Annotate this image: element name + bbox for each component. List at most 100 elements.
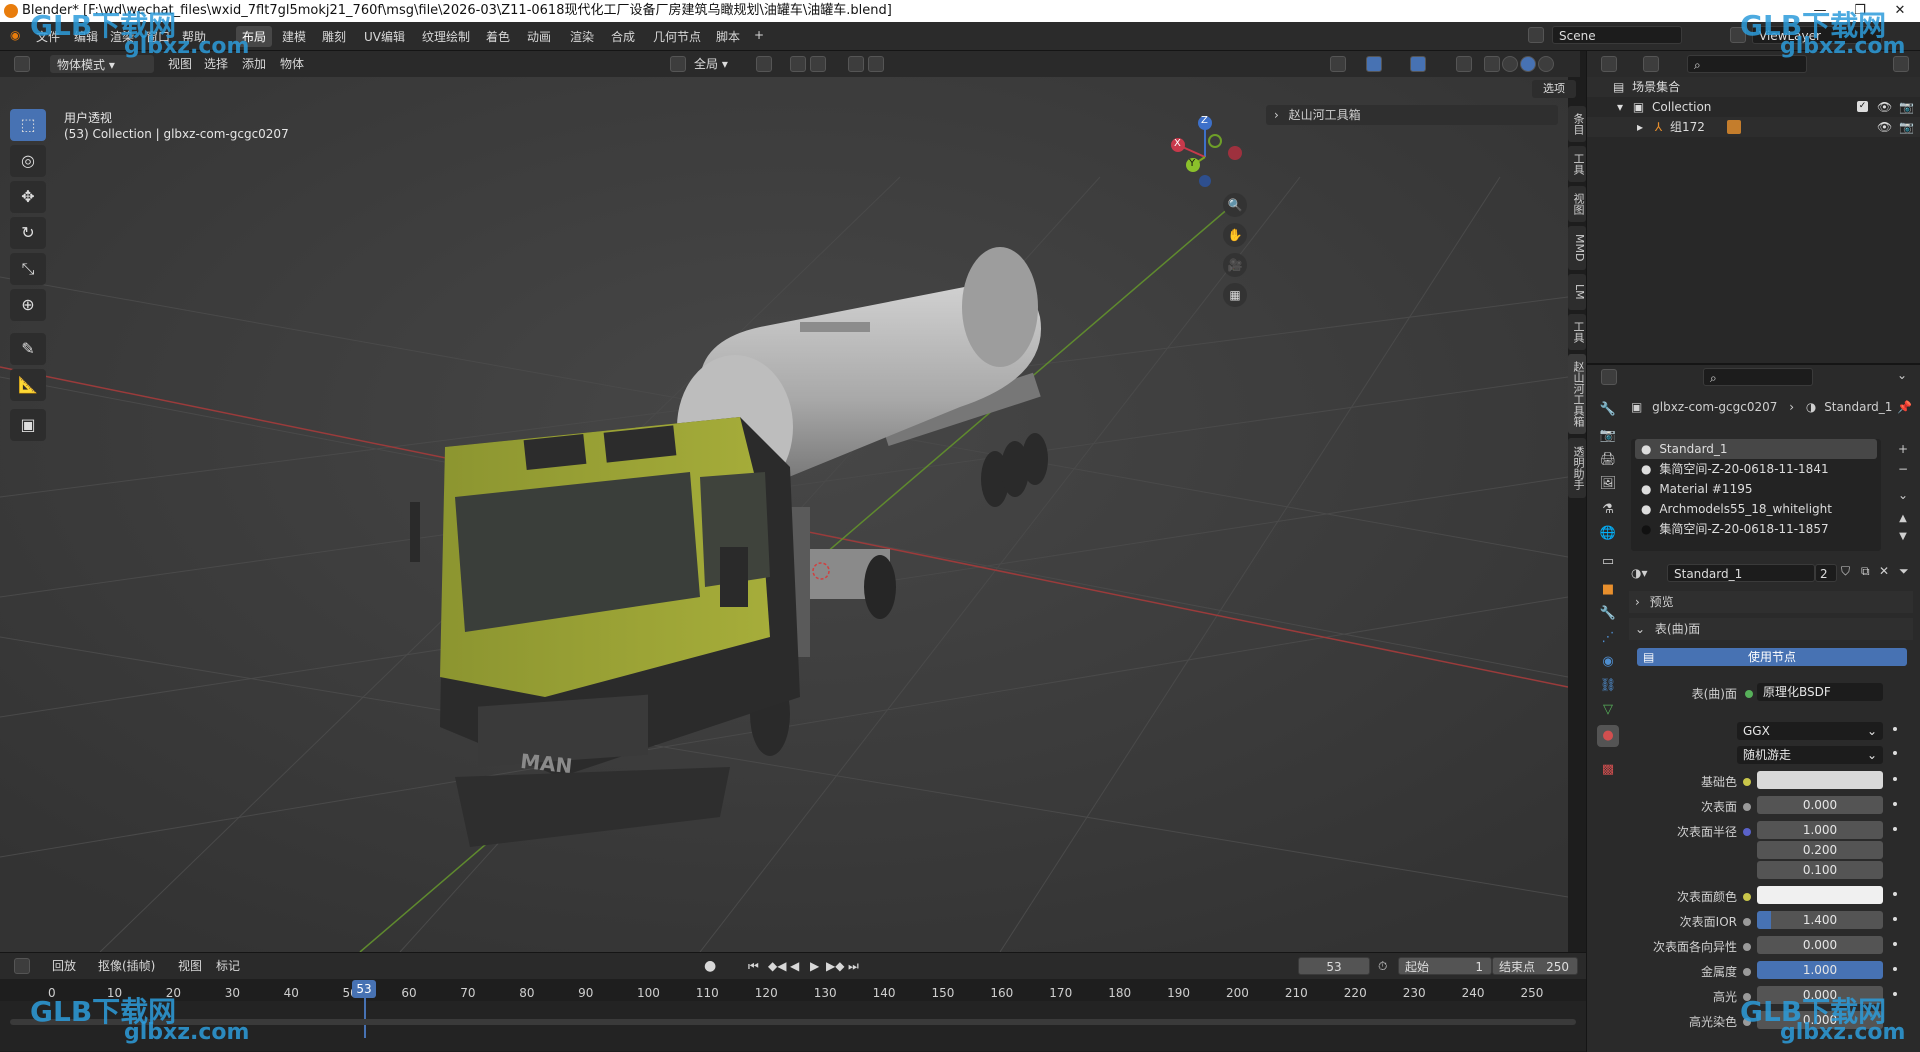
keyframe-dot-icon[interactable] — [1893, 802, 1897, 806]
user-count[interactable]: 2 — [1815, 564, 1837, 582]
pin-icon[interactable]: 📌 — [1897, 397, 1912, 417]
keyframe-dot-icon[interactable] — [1893, 942, 1897, 946]
material-slot-row[interactable]: ● 集简空间-Z-20-0618-11-1857 — [1635, 519, 1877, 539]
subsurface-radius-y-field[interactable]: 0.200 — [1757, 841, 1883, 859]
modifier-icon[interactable] — [1727, 120, 1741, 134]
pan-hand-icon[interactable]: ✋ — [1223, 223, 1247, 247]
keyframe-dot-icon[interactable] — [1893, 751, 1897, 755]
tab-physics-icon[interactable]: ◉ — [1597, 651, 1619, 673]
tab-view-layer-icon[interactable]: 🖼 — [1597, 473, 1619, 495]
material-slot-row[interactable]: ● Material #1195 — [1635, 479, 1877, 499]
subsurface-ior-field[interactable]: 1.400 — [1757, 911, 1883, 929]
add-workspace-button[interactable]: + — [754, 28, 764, 42]
outliner-row-object[interactable]: ▸ ⅄ 组172 👁 📷 — [1587, 117, 1920, 137]
keyframe-dot-icon[interactable] — [1893, 827, 1897, 831]
editor-type-icon[interactable] — [14, 56, 30, 72]
menu-object[interactable]: 物体 — [280, 55, 304, 73]
ntab-tool-2[interactable]: 工具 — [1568, 314, 1586, 350]
slot-menu-button[interactable]: ⌄ — [1893, 485, 1913, 505]
options-button[interactable]: 选项 — [1532, 80, 1576, 98]
panel-options-icon[interactable]: ⌄ — [1897, 368, 1907, 382]
ntab-item[interactable]: 条目 — [1568, 106, 1586, 142]
distribution-selector[interactable]: GGX ⌄ — [1737, 722, 1883, 740]
zoom-icon[interactable]: 🔍 — [1223, 193, 1247, 217]
surface-section-header[interactable]: ⌄ 表(曲)面 — [1629, 618, 1913, 640]
scale-tool[interactable]: ⤡ — [10, 253, 46, 285]
tab-shading[interactable]: 着色 — [486, 28, 510, 45]
playhead-line[interactable] — [364, 998, 366, 1038]
move-tool[interactable]: ✥ — [10, 181, 46, 213]
add-slot-button[interactable]: + — [1893, 439, 1913, 459]
tab-uv-editing[interactable]: UV编辑 — [364, 28, 405, 45]
tab-scene-icon[interactable]: ⚗ — [1597, 499, 1619, 521]
subsurface-value-field[interactable]: 0.000 — [1757, 796, 1883, 814]
outliner-row-scene[interactable]: ▤ 场景集合 — [1587, 77, 1920, 97]
browse-filter-icon[interactable]: ⏷ — [1899, 564, 1909, 579]
pivot-icon[interactable] — [756, 56, 772, 72]
ntab-toolbox[interactable]: 赵山河工具箱 — [1568, 354, 1586, 434]
checkbox-icon[interactable]: ✓ — [1857, 101, 1868, 112]
scene-icon[interactable] — [1528, 27, 1544, 43]
keyframe-dot-icon[interactable] — [1893, 892, 1897, 896]
tab-world-icon[interactable]: 🌐 — [1597, 523, 1619, 545]
subsurface-radius-z-field[interactable]: 0.100 — [1757, 861, 1883, 879]
tab-compositing[interactable]: 合成 — [611, 28, 635, 45]
falloff-icon[interactable] — [868, 56, 884, 72]
properties-search-input[interactable]: ⌕ — [1703, 368, 1813, 386]
ntab-mmd[interactable]: MMD — [1568, 226, 1586, 270]
toolbox-panel-header[interactable]: › 赵山河工具箱 — [1266, 105, 1558, 125]
shading-rendered-icon[interactable] — [1538, 56, 1554, 72]
tab-animation[interactable]: 动画 — [527, 28, 551, 45]
rotate-tool[interactable]: ↻ — [10, 217, 46, 249]
overlay-toggle-icon[interactable] — [1410, 56, 1426, 72]
tab-scripting[interactable]: 脚本 — [716, 28, 740, 45]
outliner-row-collection[interactable]: ▾ ▣ Collection ✓ 👁 📷 — [1587, 97, 1920, 117]
cursor-tool[interactable]: ◎ — [10, 145, 46, 177]
use-nodes-button[interactable]: ▤ 使用节点 — [1637, 648, 1907, 666]
ntab-view[interactable]: 视图 — [1568, 186, 1586, 222]
playhead-frame-badge[interactable]: 53 — [352, 980, 376, 998]
navigation-gizmo[interactable]: Z Y X — [1165, 113, 1245, 193]
keyframe-dot-icon[interactable] — [1893, 917, 1897, 921]
fake-user-icon[interactable]: ⛉ — [1841, 564, 1850, 579]
keyframe-dot-icon[interactable] — [1893, 992, 1897, 996]
material-name-field[interactable]: Standard_1 — [1667, 564, 1815, 582]
tab-modifier-icon[interactable]: 🔧 — [1597, 603, 1619, 625]
add-cube-tool[interactable]: ▣ — [10, 409, 46, 441]
base-color-swatch[interactable] — [1757, 771, 1883, 789]
preview-section-header[interactable]: › 预览 — [1629, 591, 1913, 613]
surface-shader-selector[interactable]: 原理化BSDF — [1757, 683, 1883, 701]
subsurface-method-selector[interactable]: 随机游走 ⌄ — [1737, 746, 1883, 764]
select-box-tool[interactable]: ⬚ — [10, 109, 46, 141]
properties-editor-icon[interactable] — [1601, 369, 1617, 385]
transform-orientation-selector[interactable]: 全局 ▾ — [688, 55, 744, 73]
unlink-material-icon[interactable]: ✕ — [1879, 564, 1889, 578]
expand-arrow-right-icon[interactable]: ▸ — [1637, 120, 1643, 134]
ntab-tool[interactable]: 工具 — [1568, 146, 1586, 182]
expand-arrow-icon[interactable]: ▾ — [1617, 100, 1623, 114]
duplicate-material-icon[interactable]: ⧉ — [1861, 564, 1870, 579]
render-camera-icon-object[interactable]: 📷 — [1899, 117, 1914, 137]
tab-render-icon[interactable]: 📷 — [1597, 425, 1619, 447]
material-slot-row[interactable]: ● Archmodels55_18_whitelight — [1635, 499, 1877, 519]
remove-slot-button[interactable]: − — [1893, 459, 1913, 479]
tab-particles-icon[interactable]: ⋰ — [1597, 627, 1619, 649]
camera-icon[interactable]: 🎥 — [1223, 253, 1247, 277]
move-down-button[interactable]: ▼ — [1893, 529, 1913, 545]
subsurface-anisotropy-field[interactable]: 0.000 — [1757, 936, 1883, 954]
visibility-icon[interactable] — [1330, 56, 1346, 72]
tab-sculpting[interactable]: 雕刻 — [322, 28, 346, 45]
gizmo-toggle-icon[interactable] — [1366, 56, 1382, 72]
keyframe-dot-icon[interactable] — [1893, 727, 1897, 731]
eye-icon-object[interactable]: 👁 — [1877, 117, 1892, 137]
subsurface-radius-x-field[interactable]: 1.000 — [1757, 821, 1883, 839]
tab-object-icon[interactable]: ■ — [1597, 579, 1619, 601]
shading-wireframe-icon[interactable] — [1484, 56, 1500, 72]
move-up-button[interactable]: ▲ — [1893, 511, 1913, 527]
ntab-transparent-helper[interactable]: 透明助手 — [1568, 438, 1586, 498]
shading-solid-icon[interactable] — [1502, 56, 1518, 72]
tab-output-icon[interactable]: 🖨 — [1597, 449, 1619, 471]
tab-modeling[interactable]: 建模 — [282, 28, 306, 45]
ntab-lm[interactable]: LM — [1568, 274, 1586, 310]
xray-icon[interactable] — [1456, 56, 1472, 72]
